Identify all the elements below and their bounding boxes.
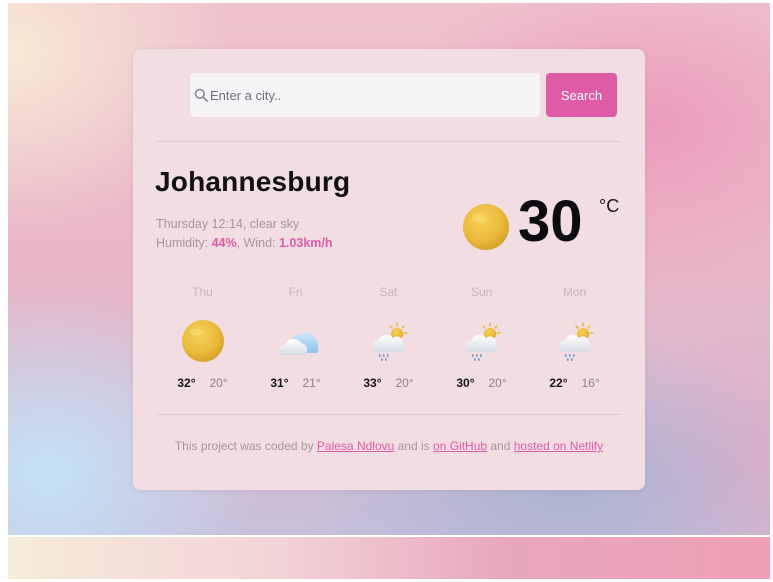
forecast-day-name: Fri	[288, 285, 303, 299]
search-icon	[194, 88, 208, 102]
cloud-icon	[277, 332, 318, 356]
sun-rain-icon	[372, 322, 408, 361]
sun-icon	[182, 320, 224, 362]
temperature-unit: °C	[599, 196, 620, 216]
forecast-temps: 32° 20°	[156, 376, 249, 390]
wind-value: 1.03km/h	[278, 236, 333, 250]
wind-label: , Wind:	[236, 236, 279, 250]
forecast-max: 33°	[363, 376, 382, 390]
forecast-day-name: Sat	[379, 285, 398, 299]
current-temperature: 30	[518, 189, 583, 254]
humidity-value: 44%	[211, 236, 237, 250]
footer-text: This project was coded by	[174, 439, 317, 453]
forecast-min: 20°	[488, 376, 507, 390]
weather-card: Search Johannesburg Thursday 12:14, clea…	[133, 49, 645, 490]
forecast-max: 30°	[456, 376, 475, 390]
forecast-temps: 30° 20°	[435, 376, 528, 390]
weather-details: Thursday 12:14, clear sky Humidity: 44%,…	[156, 215, 333, 253]
forecast-min: 16°	[581, 376, 600, 390]
humidity-label: Humidity:	[156, 236, 212, 250]
forecast-max: 31°	[270, 376, 289, 390]
footer-text: and is	[394, 439, 434, 453]
sun-rain-icon	[558, 322, 594, 361]
forecast-day: Sat 33° 20°	[342, 285, 435, 395]
clear-sky-icon	[463, 204, 509, 250]
forecast-temps: 31° 21°	[249, 376, 342, 390]
forecast-day-name: Thu	[192, 285, 213, 299]
forecast-temps: 22° 16°	[528, 376, 621, 390]
divider-top	[156, 141, 621, 142]
netlify-link[interactable]: hosted on Netlify	[514, 439, 603, 453]
forecast-temps: 33° 20°	[342, 376, 435, 390]
forecast-day-name: Mon	[562, 285, 587, 299]
humidity-wind-line: Humidity: 44%, Wind: 1.03km/h	[156, 234, 333, 253]
date-description: Thursday 12:14, clear sky	[156, 217, 300, 231]
footer: This project was coded by Palesa Ndlovu …	[133, 439, 645, 453]
search-form: Search	[190, 73, 618, 117]
forecast-max: 32°	[177, 376, 196, 390]
forecast-day: Mon 22° 16°	[528, 285, 621, 395]
city-name: Johannesburg	[155, 166, 351, 197]
forecast-min: 20°	[209, 376, 228, 390]
divider-bottom	[156, 414, 621, 415]
forecast-day: Sun 30° 20°	[435, 285, 528, 395]
search-button[interactable]: Search	[546, 73, 617, 117]
forecast-max: 22°	[549, 376, 568, 390]
search-input[interactable]	[210, 73, 530, 117]
author-link[interactable]: Palesa Ndlovu	[317, 439, 394, 453]
forecast-min: 21°	[302, 376, 321, 390]
page-background-strip	[8, 537, 770, 579]
github-link[interactable]: on GitHub	[433, 439, 487, 453]
search-field[interactable]	[190, 73, 540, 117]
sun-rain-icon	[465, 322, 501, 361]
forecast-min: 20°	[395, 376, 414, 390]
forecast-day: Fri 31° 21°	[249, 285, 342, 395]
forecast-day: Thu 32° 20°	[156, 285, 249, 395]
forecast-day-name: Sun	[470, 285, 493, 299]
footer-text: and	[487, 439, 514, 453]
forecast: Thu 32° 20° Fri 31° 21° Sat 33° 20° Sun …	[156, 285, 621, 395]
